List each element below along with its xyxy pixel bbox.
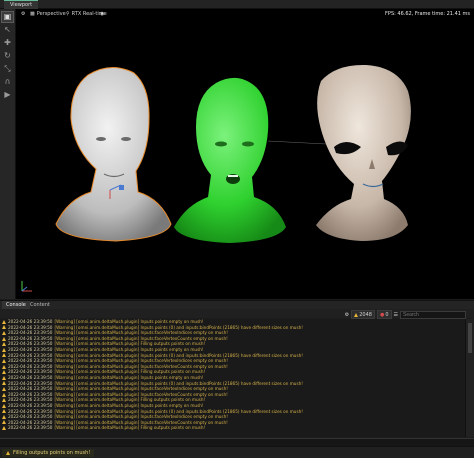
error-icon: ● [379, 311, 385, 318]
warning-icon [2, 403, 6, 408]
warning-icon [2, 336, 6, 341]
error-count: 0 [385, 311, 389, 318]
status-text: Filling outputs points on mush! [13, 450, 91, 456]
warning-icon [2, 319, 6, 324]
warning-icon [2, 364, 6, 369]
command-input[interactable] [0, 438, 474, 446]
status-bar: Filling outputs points on mush! [0, 446, 474, 458]
warning-count: 2048 [359, 311, 372, 318]
warning-icon [354, 312, 359, 317]
warning-icon [2, 386, 6, 391]
warning-icon [2, 325, 6, 330]
viewport-toolbar: ▣ ↖ ✚ ↻ ⤡ ∩ ▶ [0, 9, 16, 299]
log-timestamp: 2022-04-26 23:39:50 [8, 425, 53, 431]
tab-viewport[interactable]: Viewport [4, 0, 39, 9]
tab-content[interactable]: Content [26, 301, 54, 309]
viewport[interactable]: ⚙ ▩ Perspective ⚲ RTX Real-time ◉ FPS: 4… [16, 9, 474, 299]
select-tool-icon[interactable]: ▣ [1, 11, 14, 23]
warning-icon [2, 381, 6, 386]
move-icon[interactable]: ✚ [2, 38, 13, 48]
warning-icon [2, 420, 6, 425]
warning-icon [6, 451, 10, 455]
log-message: [Warning] [omni.anim.deltaMush.plugin] F… [54, 425, 206, 431]
error-filter[interactable]: ● 0 [376, 310, 392, 319]
console-filters: ⚙ 2048 ● 0 ☰ [345, 310, 466, 319]
warning-icon [2, 398, 6, 403]
console-toolbar: ⚙ 2048 ● 0 ☰ [0, 309, 474, 319]
head-model-green[interactable] [174, 77, 327, 243]
scroll-thumb[interactable] [468, 323, 472, 353]
warning-icon [2, 353, 6, 358]
warning-icon [2, 409, 6, 414]
snap-icon[interactable]: ∩ [2, 77, 13, 87]
warning-icon [2, 426, 6, 431]
warning-icon [2, 330, 6, 335]
log-row[interactable]: 2022-04-26 23:39:50 [Warning] [omni.anim.… [0, 425, 466, 431]
scene-render [55, 64, 411, 243]
pointer-icon[interactable]: ↖ [2, 25, 13, 35]
warning-icon [2, 342, 6, 347]
warning-filter[interactable]: 2048 [351, 310, 375, 319]
log-scrollbar[interactable] [465, 319, 474, 437]
axis-gizmo [21, 281, 32, 292]
rotate-icon[interactable]: ↻ [2, 51, 13, 61]
filter-icon[interactable]: ☰ [394, 312, 398, 318]
search-input[interactable] [400, 310, 466, 319]
play-icon[interactable]: ▶ [2, 90, 13, 100]
warning-icon [2, 358, 6, 363]
console-log: 2022-04-26 23:39:50 [Warning] [omni.anim.… [0, 319, 466, 437]
warning-icon [2, 392, 6, 397]
viewport-tab-bar: Viewport [0, 0, 474, 9]
status-message: Filling outputs points on mush! [2, 449, 95, 457]
warning-icon [2, 414, 6, 419]
warning-icon [2, 370, 6, 375]
warning-icon [2, 347, 6, 352]
head-model-left[interactable] [55, 67, 172, 242]
warning-icon [2, 375, 6, 380]
head-model-alien[interactable] [316, 64, 411, 241]
clear-icon[interactable]: ⚙ [345, 312, 349, 318]
scale-icon[interactable]: ⤡ [2, 64, 13, 74]
